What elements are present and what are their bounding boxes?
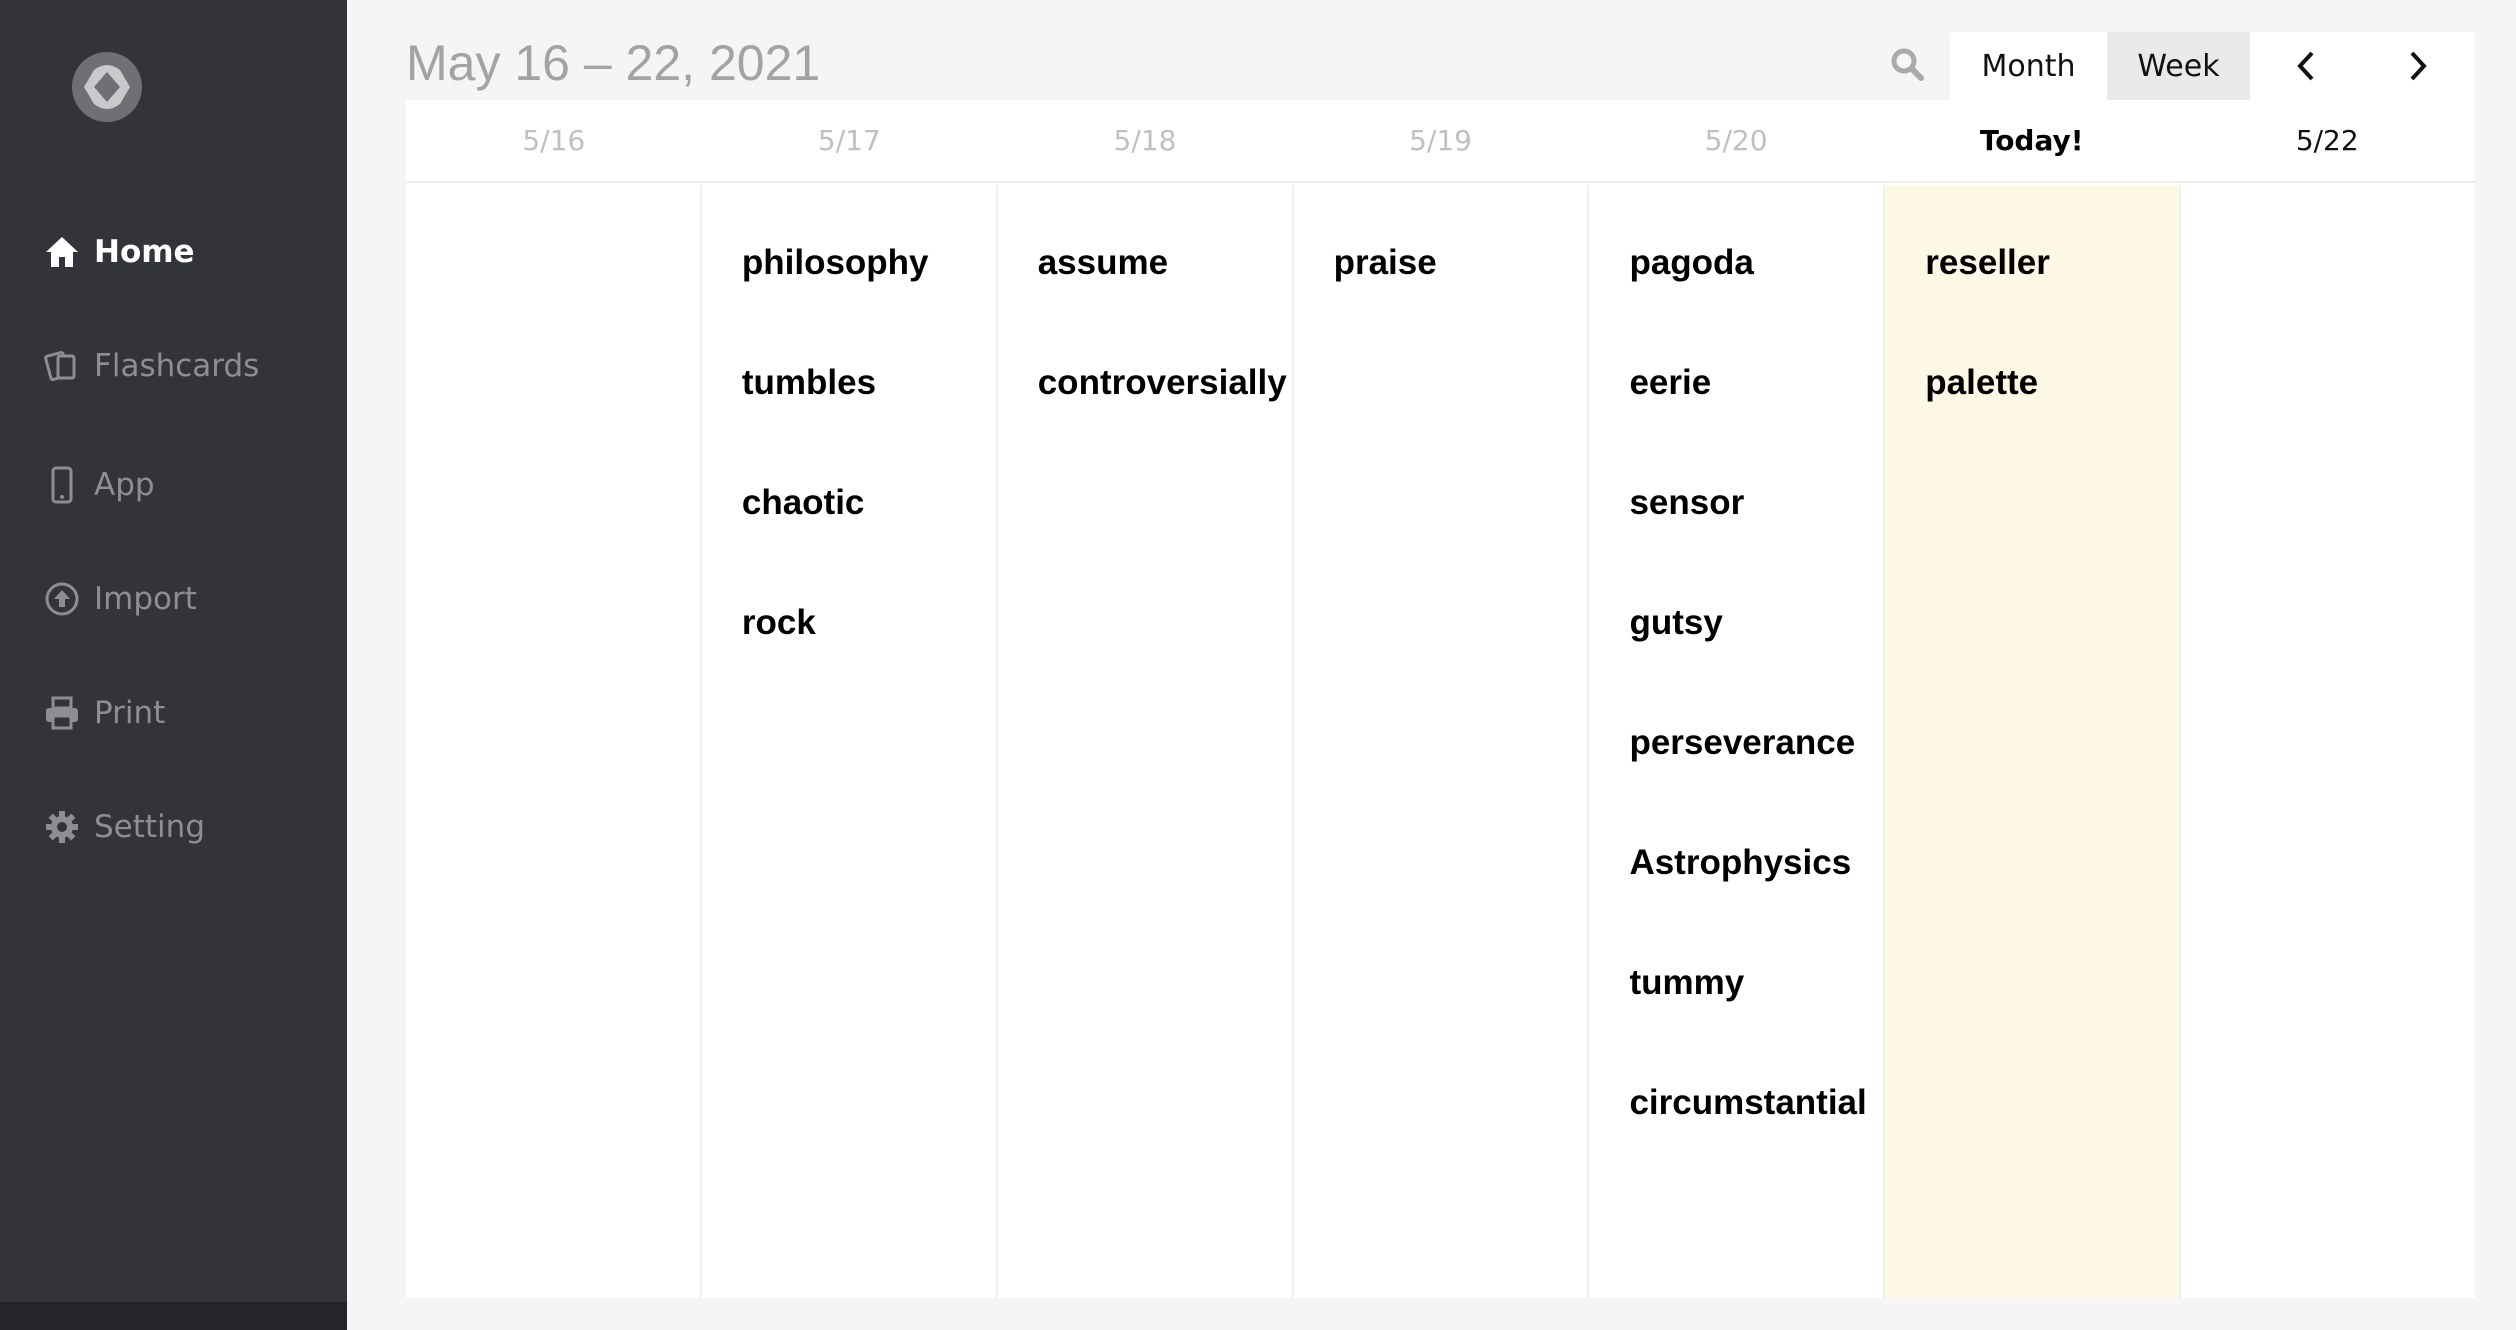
flashcard-word[interactable]: controversially — [1038, 363, 1287, 403]
flashcard-word[interactable]: tummy — [1629, 963, 1744, 1003]
day-header: 5/16 — [522, 124, 586, 157]
sidebar-item-print[interactable]: Print — [42, 688, 165, 738]
calendar-header: 5/16 5/17 5/18 5/19 5/20 Today! 5/22 — [406, 100, 2475, 183]
day-column[interactable] — [2179, 185, 2475, 1298]
flashcard-word[interactable]: eerie — [1629, 363, 1711, 403]
calendar-body: philosophy tumbles chaotic rock assume contro… — [406, 185, 2475, 1298]
flashcard-word[interactable]: perseverance — [1629, 723, 1855, 763]
sidebar-item-label: Import — [94, 581, 197, 617]
flashcard-word[interactable]: philosophy — [742, 243, 929, 283]
day-column[interactable]: reseller palette — [1883, 185, 2180, 1298]
flashcard-word[interactable]: rock — [742, 603, 816, 643]
week-view-button[interactable]: Week — [2107, 32, 2250, 100]
gear-icon — [42, 807, 82, 847]
day-header: 5/18 — [1113, 124, 1177, 157]
home-icon — [42, 232, 82, 272]
flashcard-word[interactable]: pagoda — [1629, 243, 1753, 283]
day-header: 5/20 — [1704, 124, 1768, 157]
next-week-button[interactable] — [2362, 32, 2474, 100]
day-column[interactable]: praise — [1291, 185, 1588, 1298]
sidebar-item-label: App — [94, 467, 155, 503]
app-logo[interactable] — [72, 52, 142, 122]
sidebar-item-home[interactable]: Home — [42, 227, 195, 277]
printer-icon — [42, 693, 82, 733]
day-column[interactable] — [406, 185, 700, 1298]
day-header: 5/17 — [817, 124, 881, 157]
view-toolbar: Month Week — [1950, 32, 2475, 100]
sidebar-item-app[interactable]: App — [42, 460, 155, 510]
day-column[interactable]: pagoda eerie sensor gutsy perseverance Astrop… — [1587, 185, 1883, 1298]
chevron-left-icon — [2297, 51, 2314, 81]
sidebar: Home Flashcards App Import Print Setting — [0, 0, 347, 1330]
flashcards-icon — [42, 346, 82, 386]
flashcard-word[interactable]: palette — [1925, 363, 2038, 403]
day-column[interactable]: assume controversially — [995, 185, 1292, 1298]
sidebar-item-label: Flashcards — [94, 348, 260, 384]
day-header: 5/19 — [1409, 124, 1472, 157]
previous-week-button[interactable] — [2250, 32, 2362, 100]
page-title: May 16 – 22, 2021 — [406, 35, 821, 91]
flashcard-word[interactable]: sensor — [1629, 483, 1744, 523]
sidebar-item-flashcards[interactable]: Flashcards — [42, 341, 259, 391]
mobile-icon — [42, 465, 82, 505]
sidebar-item-import[interactable]: Import — [42, 574, 197, 624]
flashcard-word[interactable]: Astrophysics — [1629, 843, 1851, 883]
sidebar-item-label: Print — [94, 695, 166, 731]
chevron-right-icon — [2410, 51, 2427, 81]
flashcard-word[interactable]: gutsy — [1629, 603, 1722, 643]
upload-icon — [42, 579, 82, 619]
flashcard-word[interactable]: reseller — [1925, 243, 2050, 283]
search-icon[interactable] — [1888, 45, 1928, 85]
sidebar-item-label: Home — [94, 234, 195, 270]
day-column[interactable]: philosophy tumbles chaotic rock — [699, 185, 996, 1298]
flashcard-word[interactable]: assume — [1038, 243, 1168, 283]
flashcard-word[interactable]: tumbles — [742, 363, 876, 403]
week-calendar: 5/16 5/17 5/18 5/19 5/20 Today! 5/22 philosoph… — [406, 100, 2475, 1298]
flashcard-word[interactable]: praise — [1334, 243, 1437, 283]
day-header: Today! — [1979, 124, 2084, 157]
month-view-button[interactable]: Month — [1950, 32, 2107, 100]
sidebar-item-setting[interactable]: Setting — [42, 802, 205, 852]
flashcard-word[interactable]: chaotic — [742, 483, 865, 523]
flashcard-word[interactable]: circumstantial — [1629, 1083, 1866, 1123]
sidebar-footer — [0, 1302, 347, 1330]
day-header: 5/22 — [2295, 124, 2359, 157]
sidebar-item-label: Setting — [94, 809, 205, 845]
